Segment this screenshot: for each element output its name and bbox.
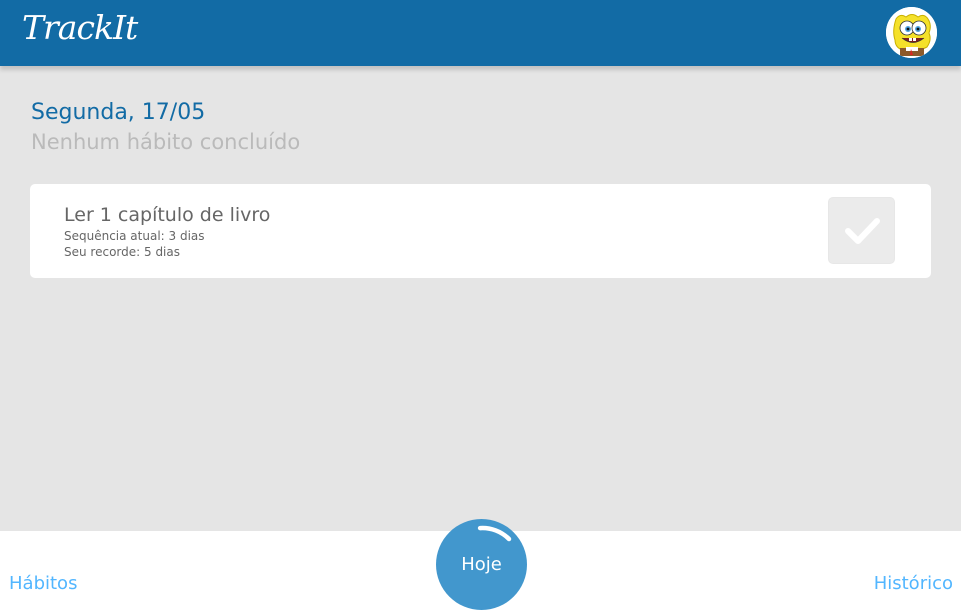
top-bar: TrackIt <box>0 0 961 66</box>
habits-link[interactable]: Hábitos <box>9 573 77 594</box>
checkmark-icon <box>845 218 880 244</box>
spongebob-avatar-icon <box>886 7 937 58</box>
user-avatar[interactable] <box>886 7 937 58</box>
progress-ring-arc <box>477 525 512 542</box>
today-page: Segunda, 17/05 Nenhum hábito concluído L… <box>0 66 961 531</box>
history-link[interactable]: Histórico <box>874 573 953 594</box>
completion-summary: Nenhum hábito concluído <box>31 130 301 154</box>
habit-record: Seu recorde: 5 dias <box>64 245 180 259</box>
app-logo: TrackIt <box>22 8 138 47</box>
habit-name: Ler 1 capítulo de livro <box>64 204 271 226</box>
habit-check-button[interactable] <box>828 197 895 264</box>
today-button[interactable]: Hoje <box>436 519 527 610</box>
today-button-label: Hoje <box>461 554 502 575</box>
habit-card: Ler 1 capítulo de livro Sequência atual:… <box>30 184 931 278</box>
page-title: Segunda, 17/05 <box>31 100 206 125</box>
habit-current-sequence: Sequência atual: 3 dias <box>64 229 205 243</box>
